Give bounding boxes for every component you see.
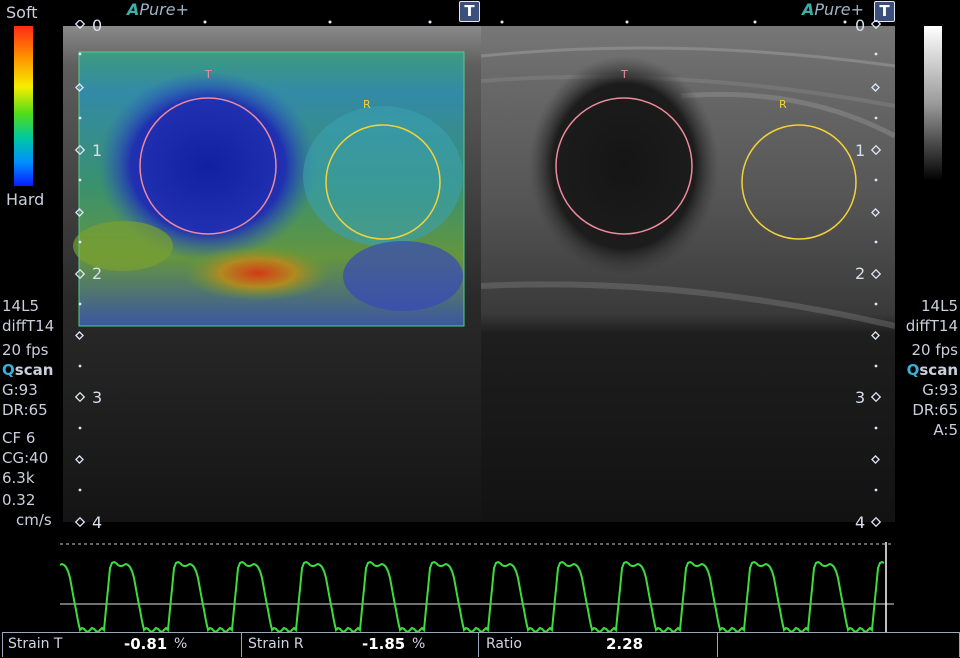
right-info-panel: 14L5 diffT14 20 fps Qscan G:93 DR:65 A:5 — [888, 296, 958, 440]
ratio-label: Ratio — [486, 636, 522, 652]
strain-r-value: -1.85 — [362, 635, 406, 653]
lateral-tick-marks — [203, 20, 847, 24]
left-fps: 20 fps — [2, 341, 49, 359]
left-roi-r-label: R — [363, 98, 371, 111]
elasticity-colorbar — [14, 26, 33, 186]
right-depth-3: 3 — [855, 388, 866, 407]
left-gain: G:93 — [2, 381, 38, 399]
left-cg: CG:40 — [2, 449, 49, 467]
left-depth-ruler — [74, 20, 86, 528]
colorbar-soft-label: Soft — [6, 3, 38, 22]
strain-trace-line — [60, 560, 885, 632]
left-depth-3: 3 — [92, 388, 103, 407]
ratio-value: 2.28 — [606, 635, 644, 653]
left-depth-2: 2 — [92, 264, 103, 283]
colorbar-hard-label: Hard — [6, 190, 45, 209]
right-roi-t-label: T — [621, 68, 628, 81]
left-depth-1: 1 — [92, 141, 103, 160]
right-bmode-image — [481, 26, 895, 522]
left-probe: 14L5 — [2, 297, 39, 315]
left-mode: diffT14 — [2, 317, 55, 335]
right-dr: DR:65 — [912, 401, 958, 419]
right-avg: A:5 — [933, 421, 958, 439]
strain-t-label: Strain T — [8, 636, 63, 652]
grayscale-bar — [924, 26, 942, 181]
left-cf: CF 6 — [2, 429, 36, 447]
left-velocity-unit: cm/s — [16, 511, 52, 529]
right-roi-r-label: R — [779, 98, 787, 111]
left-freq: 6.3k — [2, 469, 35, 487]
left-qscan: Qscan — [2, 361, 54, 379]
right-qscan: Qscan — [906, 361, 958, 379]
right-fps: 20 fps — [911, 341, 958, 359]
strain-r-unit: % — [412, 636, 426, 652]
strain-t-value: -0.81 — [124, 635, 168, 653]
left-roi-t-label: T — [205, 68, 212, 81]
left-elastography-image — [63, 26, 481, 522]
right-depth-4: 4 — [855, 513, 866, 532]
left-depth-4: 4 — [92, 513, 103, 532]
right-depth-2: 2 — [855, 264, 866, 283]
right-depth-ruler — [870, 20, 882, 528]
left-info-panel: 14L5 diffT14 20 fps Qscan G:93 DR:65 CF … — [2, 296, 54, 530]
strain-r-label: Strain R — [248, 636, 304, 652]
strain-waveform — [60, 542, 894, 632]
right-mode: diffT14 — [905, 317, 958, 335]
strain-t-unit: % — [174, 636, 188, 652]
left-velocity: 0.32 — [2, 491, 36, 509]
right-depth-1: 1 — [855, 141, 866, 160]
empty-cell — [717, 632, 960, 657]
right-probe: 14L5 — [921, 297, 958, 315]
right-gain: G:93 — [922, 381, 958, 399]
left-dr: DR:65 — [2, 401, 48, 419]
